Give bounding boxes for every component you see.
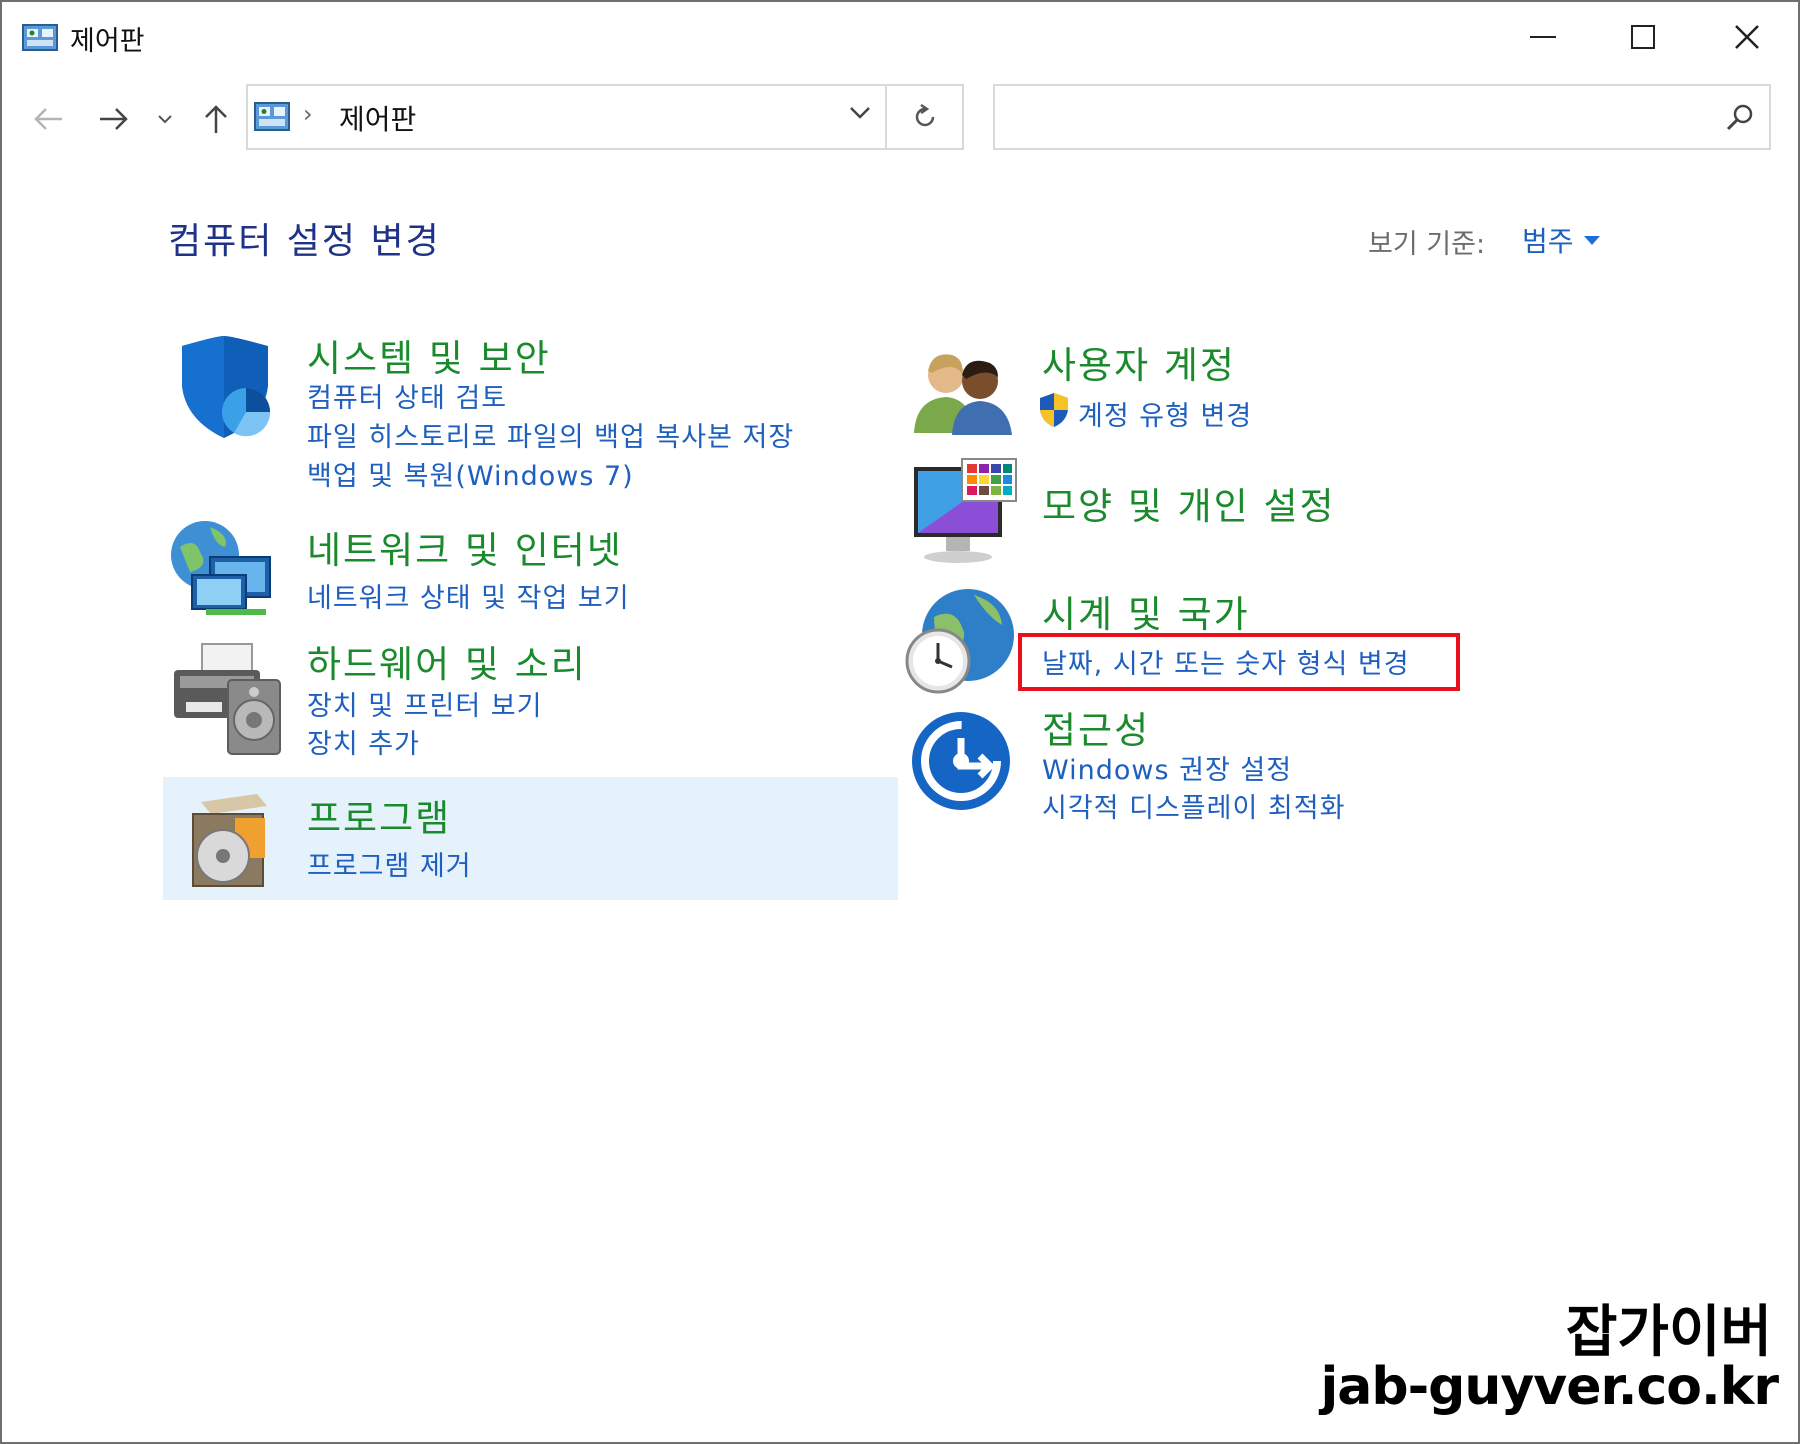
link-windows-recommended-settings[interactable]: Windows 권장 설정 [1042, 748, 1292, 787]
category-system-security[interactable]: 시스템 및 보안 [307, 328, 551, 382]
link-optimize-visual-display[interactable]: 시각적 디스플레이 최적화 [1042, 786, 1345, 825]
security-shield-icon[interactable] [172, 334, 278, 440]
forward-button[interactable] [94, 99, 134, 139]
chevron-down-icon [158, 115, 172, 124]
chevron-down-icon[interactable] [849, 106, 871, 120]
breadcrumb-control-panel[interactable]: 제어판 [339, 98, 416, 138]
control-panel-icon [254, 102, 290, 131]
link-devices-printers[interactable]: 장치 및 프린터 보기 [307, 684, 542, 723]
link-backup-restore[interactable]: 백업 및 복원(Windows 7) [307, 454, 634, 493]
category-appearance-personalization[interactable]: 모양 및 개인 설정 [1042, 476, 1336, 530]
ease-of-access-icon[interactable] [910, 710, 1012, 812]
link-network-status[interactable]: 네트워크 상태 및 작업 보기 [307, 576, 630, 615]
search-input[interactable] [993, 84, 1771, 150]
printer-speaker-icon[interactable] [172, 640, 282, 756]
appearance-monitor-icon[interactable] [912, 457, 1018, 565]
address-bar[interactable]: › 제어판 [246, 84, 887, 150]
dropdown-arrow-icon[interactable] [1583, 235, 1600, 245]
maximize-button[interactable] [1598, 12, 1688, 62]
link-file-history-backup[interactable]: 파일 히스토리로 파일의 백업 복사본 저장 [307, 415, 794, 454]
category-programs[interactable]: 프로그램 [307, 788, 451, 842]
page-title: 컴퓨터 설정 변경 [168, 221, 441, 262]
up-button[interactable] [196, 99, 236, 139]
refresh-icon [915, 103, 934, 127]
watermark-title: 잡가이버 [1565, 1300, 1772, 1365]
back-button[interactable] [28, 99, 68, 139]
category-ease-of-access[interactable]: 접근성 [1042, 700, 1150, 754]
link-review-status[interactable]: 컴퓨터 상태 검토 [307, 376, 507, 415]
programs-hover-highlight [163, 777, 898, 900]
arrow-right-icon [100, 108, 128, 130]
annotation-red-highlight-box [1018, 633, 1460, 691]
minimize-button[interactable] [1498, 12, 1588, 62]
maximize-icon [1631, 25, 1655, 49]
programs-disc-icon[interactable] [187, 792, 273, 890]
arrow-up-icon [205, 105, 227, 133]
link-uninstall-program[interactable]: 프로그램 제거 [307, 844, 472, 883]
recent-locations-button[interactable] [150, 99, 180, 139]
category-user-accounts[interactable]: 사용자 계정 [1042, 335, 1236, 389]
control-panel-icon [22, 24, 58, 51]
breadcrumb-separator[interactable]: › [303, 100, 313, 128]
category-network-internet[interactable]: 네트워크 및 인터넷 [307, 520, 623, 574]
watermark-url: jab-guyver.co.kr [1320, 1357, 1779, 1417]
refresh-button[interactable] [887, 84, 964, 150]
uac-shield-icon [1040, 393, 1068, 427]
link-add-device[interactable]: 장치 추가 [307, 722, 420, 761]
window-title: 제어판 [70, 26, 145, 57]
view-by-dropdown[interactable]: 범주 [1522, 220, 1600, 260]
link-change-account-type[interactable]: 계정 유형 변경 [1078, 394, 1252, 433]
search-icon [1726, 104, 1753, 131]
close-button[interactable] [1702, 12, 1792, 62]
control-panel-window: 제어판 › 제어판 컴퓨터 설정 변경 보기 기준: 범주 시스템 및 보안 컴… [0, 0, 1800, 1444]
title-bar: 제어판 [2, 2, 1798, 72]
arrow-left-icon [34, 108, 62, 130]
clock-globe-icon[interactable] [904, 587, 1016, 695]
category-hardware-sound[interactable]: 하드웨어 및 소리 [307, 634, 587, 688]
network-globe-icon[interactable] [170, 517, 280, 617]
user-accounts-icon[interactable] [912, 347, 1016, 435]
view-by-value[interactable]: 범주 [1522, 220, 1574, 260]
view-by-label: 보기 기준: [1368, 229, 1486, 260]
minimize-icon [1530, 36, 1556, 38]
close-icon [1735, 25, 1759, 49]
category-clock-region[interactable]: 시계 및 국가 [1042, 584, 1250, 638]
